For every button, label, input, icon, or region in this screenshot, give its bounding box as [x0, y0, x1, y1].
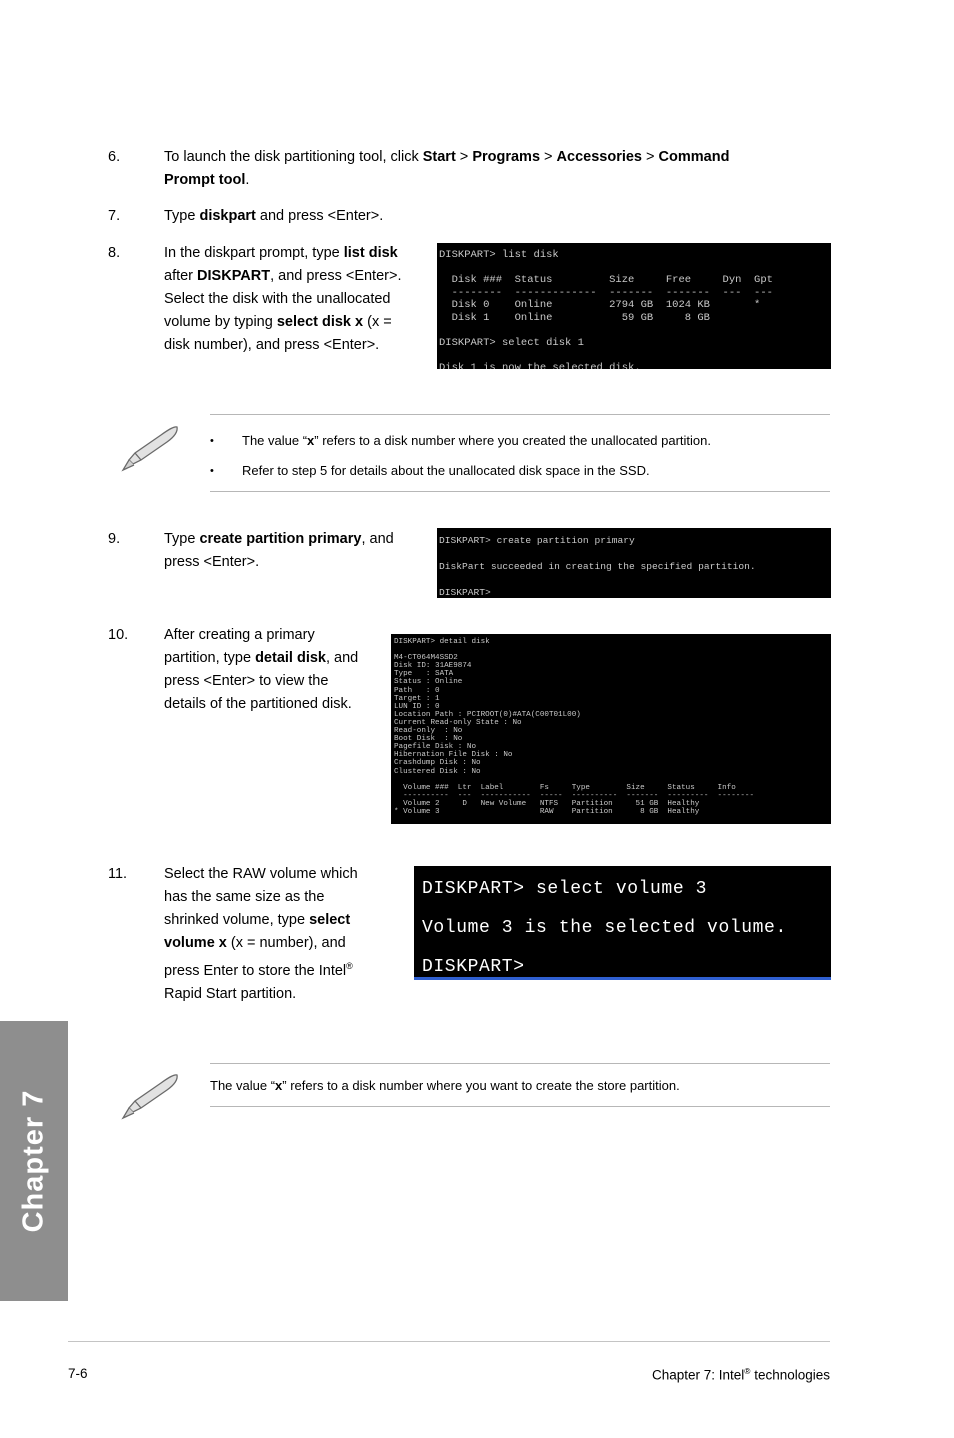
- step-7-text: Type diskpart and press <Enter>.: [164, 208, 384, 224]
- step-9-text: Type create partition primary, and press…: [164, 531, 394, 570]
- chapter-tab: Chapter 7: [0, 1021, 68, 1301]
- note-1-bullet-1-text: The value “x” refers to a disk number wh…: [242, 433, 711, 448]
- bullet-icon: •: [210, 435, 214, 447]
- note-1-bottom-rule: [210, 491, 830, 492]
- terminal-select-volume: DISKPART> select volume 3 Volume 3 is the…: [414, 866, 831, 980]
- note-box-2: The value “x” refers to a disk number wh…: [210, 1063, 830, 1107]
- note-1-top-rule: [210, 414, 830, 415]
- terminal-create-partition: DISKPART> create partition primary DiskP…: [437, 528, 831, 598]
- terminal-list-disk-lines: DISKPART> list disk Disk ### Status Size…: [439, 249, 773, 369]
- step-9-number: 9.: [108, 531, 121, 547]
- step-7-number: 7.: [108, 208, 121, 224]
- note-1-bullet-2-text: Refer to step 5 for details about the un…: [242, 463, 650, 478]
- footer-rule: [68, 1341, 830, 1342]
- note-2-bullet-1-text: The value “x” refers to a disk number wh…: [210, 1078, 680, 1093]
- terminal-list-disk: DISKPART> list disk Disk ### Status Size…: [437, 243, 831, 369]
- step-6-text: To launch the disk partitioning tool, cl…: [164, 149, 730, 188]
- step-11: 11. Select the RAW volume which has the …: [108, 863, 438, 1006]
- step-8-text: In the diskpart prompt, type list disk a…: [164, 245, 402, 353]
- step-11-number: 11.: [108, 866, 128, 882]
- note-box-1: • The value “x” refers to a disk number …: [210, 414, 830, 492]
- note-2-top-rule: [210, 1063, 830, 1064]
- footer-page-number: 7-6: [68, 1366, 88, 1381]
- note-1-body: • The value “x” refers to a disk number …: [210, 431, 830, 491]
- step-8-number: 8.: [108, 245, 121, 261]
- terminal-create-partition-lines: DISKPART> create partition primary DiskP…: [439, 535, 756, 598]
- terminal-detail-disk-lines: DISKPART> detail disk M4-CT064M4SSD2 Disk…: [394, 638, 755, 816]
- footer-chapter-text: Chapter 7: Intel® technologies: [651, 1366, 830, 1383]
- note-2-bullet-1: The value “x” refers to a disk number wh…: [210, 1076, 830, 1096]
- step-6: 6. To launch the disk partitioning tool,…: [108, 146, 808, 192]
- pencil-icon: [121, 426, 178, 472]
- note-1-bullet-2: • Refer to step 5 for details about the …: [210, 461, 830, 481]
- step-10: 10. After creating a primary partition, …: [108, 624, 438, 716]
- step-9: 9. Type create partition primary, and pr…: [108, 528, 468, 574]
- terminal-select-volume-lines: DISKPART> select volume 3 Volume 3 is the…: [422, 879, 787, 977]
- step-10-text: After creating a primary partition, type…: [164, 627, 359, 712]
- pencil-icon: [121, 1074, 178, 1120]
- note-1-bullet-1: • The value “x” refers to a disk number …: [210, 431, 830, 451]
- note-2-body: The value “x” refers to a disk number wh…: [210, 1076, 830, 1106]
- step-11-text: Select the RAW volume which has the same…: [164, 866, 358, 1002]
- chapter-tab-label: Chapter 7: [17, 1089, 50, 1233]
- terminal-detail-disk: DISKPART> detail disk M4-CT064M4SSD2 Disk…: [391, 634, 831, 824]
- note-2-bottom-rule: [210, 1106, 830, 1107]
- step-6-number: 6.: [108, 149, 121, 165]
- step-10-number: 10.: [108, 627, 129, 643]
- bullet-icon: •: [210, 465, 214, 477]
- step-8: 8. In the diskpart prompt, type list dis…: [108, 242, 468, 357]
- step-7: 7. Type diskpart and press <Enter>.: [108, 205, 808, 228]
